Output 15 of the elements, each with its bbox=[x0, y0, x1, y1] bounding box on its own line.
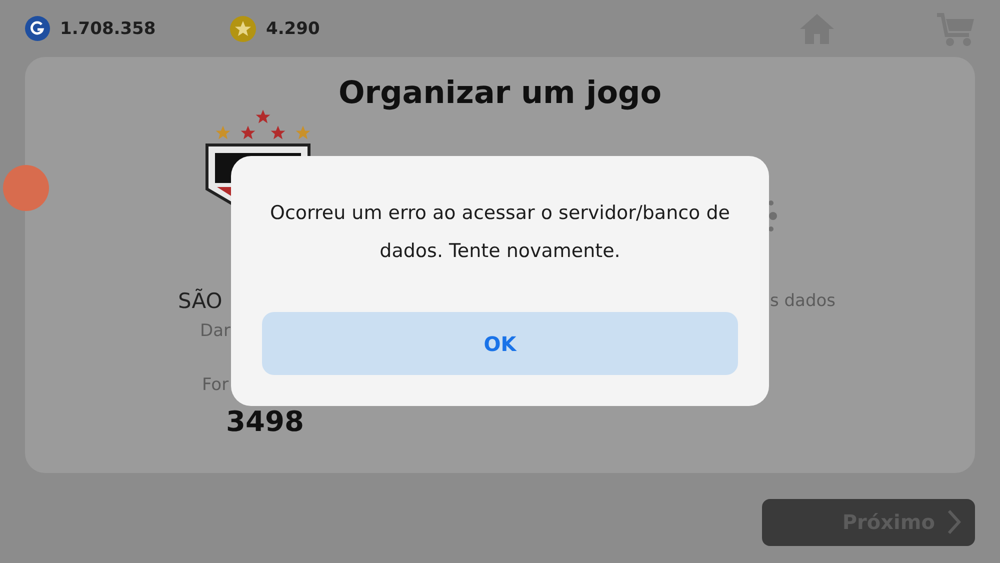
chevron-icon bbox=[947, 509, 961, 535]
strength-label: For bbox=[202, 375, 229, 395]
floating-button[interactable] bbox=[3, 165, 49, 211]
star-coin-icon bbox=[230, 16, 256, 42]
panel-title: Organizar um jogo bbox=[338, 75, 662, 111]
currency-amount: 4.290 bbox=[266, 18, 320, 38]
team-subtitle: s dados bbox=[770, 291, 836, 311]
team-name: SÃO bbox=[178, 289, 222, 313]
currency-amount: 1.708.358 bbox=[60, 18, 156, 38]
g-coin-icon bbox=[25, 16, 50, 41]
error-message: Ocorreu um erro ao acessar o servidor/banco de dados. Tente novamente. bbox=[269, 201, 731, 264]
team-subtitle: Dar bbox=[200, 321, 230, 341]
ok-button[interactable]: OK bbox=[262, 312, 738, 375]
strength-value: 3498 bbox=[226, 407, 304, 437]
dots-icon bbox=[768, 199, 778, 233]
